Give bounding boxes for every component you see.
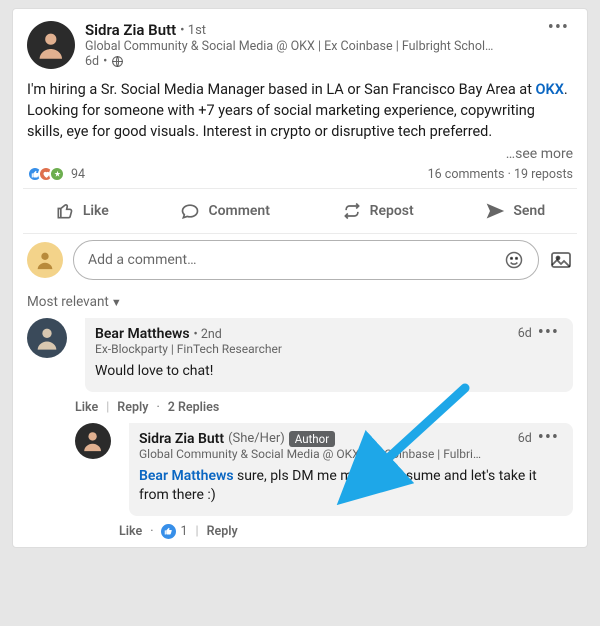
post-header: Sidra Zia Butt • 1st Global Community & … bbox=[13, 9, 587, 73]
see-more-button[interactable]: …see more bbox=[506, 146, 573, 162]
replies-count-button[interactable]: 2 Replies bbox=[168, 400, 220, 415]
comment-input[interactable]: Add a comment… bbox=[73, 240, 539, 280]
comment-like-button[interactable]: Like bbox=[75, 400, 98, 415]
reactions-count: 94 bbox=[71, 167, 85, 182]
reaction-icons bbox=[27, 166, 65, 182]
comment-text: Would love to chat! bbox=[95, 362, 563, 382]
comment-reply-button[interactable]: Reply bbox=[117, 400, 148, 415]
comments-reposts-summary: 16 comments · 19 reposts bbox=[428, 167, 573, 182]
reply-like-count: 1 bbox=[180, 524, 187, 539]
like-button[interactable]: Like bbox=[45, 191, 119, 231]
sort-label: Most relevant bbox=[27, 294, 109, 310]
reposts-count-link[interactable]: 19 reposts bbox=[514, 167, 573, 182]
reply-author-pronouns: (She/Her) bbox=[228, 431, 285, 446]
comment-placeholder: Add a comment… bbox=[88, 252, 498, 268]
reply-overflow-menu[interactable]: ••• bbox=[534, 431, 563, 445]
comment-button[interactable]: Comment bbox=[170, 191, 279, 231]
comment-bubble: Bear Matthews • 2nd Ex-Blockparty | FinT… bbox=[85, 318, 573, 392]
mention-link[interactable]: Bear Matthews bbox=[139, 468, 234, 484]
chevron-down-icon: ▼ bbox=[111, 296, 122, 309]
comment-time: 6d bbox=[518, 326, 532, 341]
send-icon bbox=[485, 201, 505, 221]
post-body: I'm hiring a Sr. Social Media Manager ba… bbox=[13, 73, 587, 144]
reply-thread: Sidra Zia Butt (She/Her) Author Global C… bbox=[13, 423, 587, 547]
reply-actions: Like · 1 | Reply bbox=[61, 520, 587, 547]
connection-degree: • 1st bbox=[180, 23, 206, 38]
thumbs-up-icon bbox=[55, 201, 75, 221]
reply-author-headline: Global Community & Social Media @ OKX | … bbox=[139, 447, 518, 461]
post-time: 6d bbox=[85, 54, 99, 69]
reaction-celebrate-icon bbox=[49, 166, 65, 182]
post-overflow-menu[interactable]: ••• bbox=[544, 21, 573, 35]
post-header-text: Sidra Zia Butt • 1st Global Community & … bbox=[85, 21, 544, 69]
reply-like-summary[interactable]: 1 bbox=[161, 524, 187, 539]
send-button[interactable]: Send bbox=[475, 191, 555, 231]
commenter-name[interactable]: Bear Matthews bbox=[95, 326, 190, 342]
repost-button[interactable]: Repost bbox=[332, 191, 424, 231]
reply-author-name[interactable]: Sidra Zia Butt bbox=[139, 431, 224, 447]
post-card: Sidra Zia Butt • 1st Global Community & … bbox=[12, 8, 588, 548]
reply-bubble: Sidra Zia Butt (She/Her) Author Global C… bbox=[129, 423, 573, 516]
commenter-avatar[interactable] bbox=[27, 318, 67, 358]
reply-text: Bear Matthews sure, pls DM me me your re… bbox=[139, 467, 563, 506]
author-avatar[interactable] bbox=[27, 21, 75, 69]
author-name[interactable]: Sidra Zia Butt bbox=[85, 21, 176, 39]
comment-sort-dropdown[interactable]: Most relevant ▼ bbox=[13, 292, 587, 318]
author-headline: Global Community & Social Media @ OKX | … bbox=[85, 39, 544, 54]
like-icon bbox=[161, 524, 176, 539]
comment-actions: Like | Reply · 2 Replies bbox=[13, 396, 587, 423]
commenter-degree: • 2nd bbox=[194, 327, 222, 342]
reply-time: 6d bbox=[518, 431, 532, 446]
author-badge: Author bbox=[289, 431, 335, 447]
actions-row: Like Comment Repost Send bbox=[13, 189, 587, 233]
commenter-headline: Ex-Blockparty | FinTech Researcher bbox=[95, 342, 518, 356]
globe-icon bbox=[111, 55, 124, 68]
post-body-pre: I'm hiring a Sr. Social Media Manager ba… bbox=[27, 81, 536, 98]
stats-row: 94 16 comments · 19 reposts bbox=[13, 162, 587, 188]
repost-icon bbox=[342, 201, 362, 221]
self-avatar[interactable] bbox=[27, 242, 63, 278]
reply-author-avatar[interactable] bbox=[75, 423, 111, 459]
post-time-row: 6d • bbox=[85, 54, 544, 69]
comments-count-link[interactable]: 16 comments bbox=[428, 167, 505, 182]
reply-item: Sidra Zia Butt (She/Her) Author Global C… bbox=[61, 423, 587, 520]
image-icon[interactable] bbox=[549, 248, 573, 272]
reply-like-button[interactable]: Like bbox=[119, 524, 142, 539]
reactions-summary[interactable]: 94 bbox=[27, 166, 85, 182]
comment-item: Bear Matthews • 2nd Ex-Blockparty | FinT… bbox=[13, 318, 587, 396]
compose-row: Add a comment… bbox=[13, 234, 587, 292]
speech-bubble-icon bbox=[180, 201, 200, 221]
comment-overflow-menu[interactable]: ••• bbox=[534, 326, 563, 340]
emoji-icon[interactable] bbox=[504, 250, 524, 270]
reply-reply-button[interactable]: Reply bbox=[207, 524, 238, 539]
post-body-link[interactable]: OKX bbox=[536, 81, 564, 98]
